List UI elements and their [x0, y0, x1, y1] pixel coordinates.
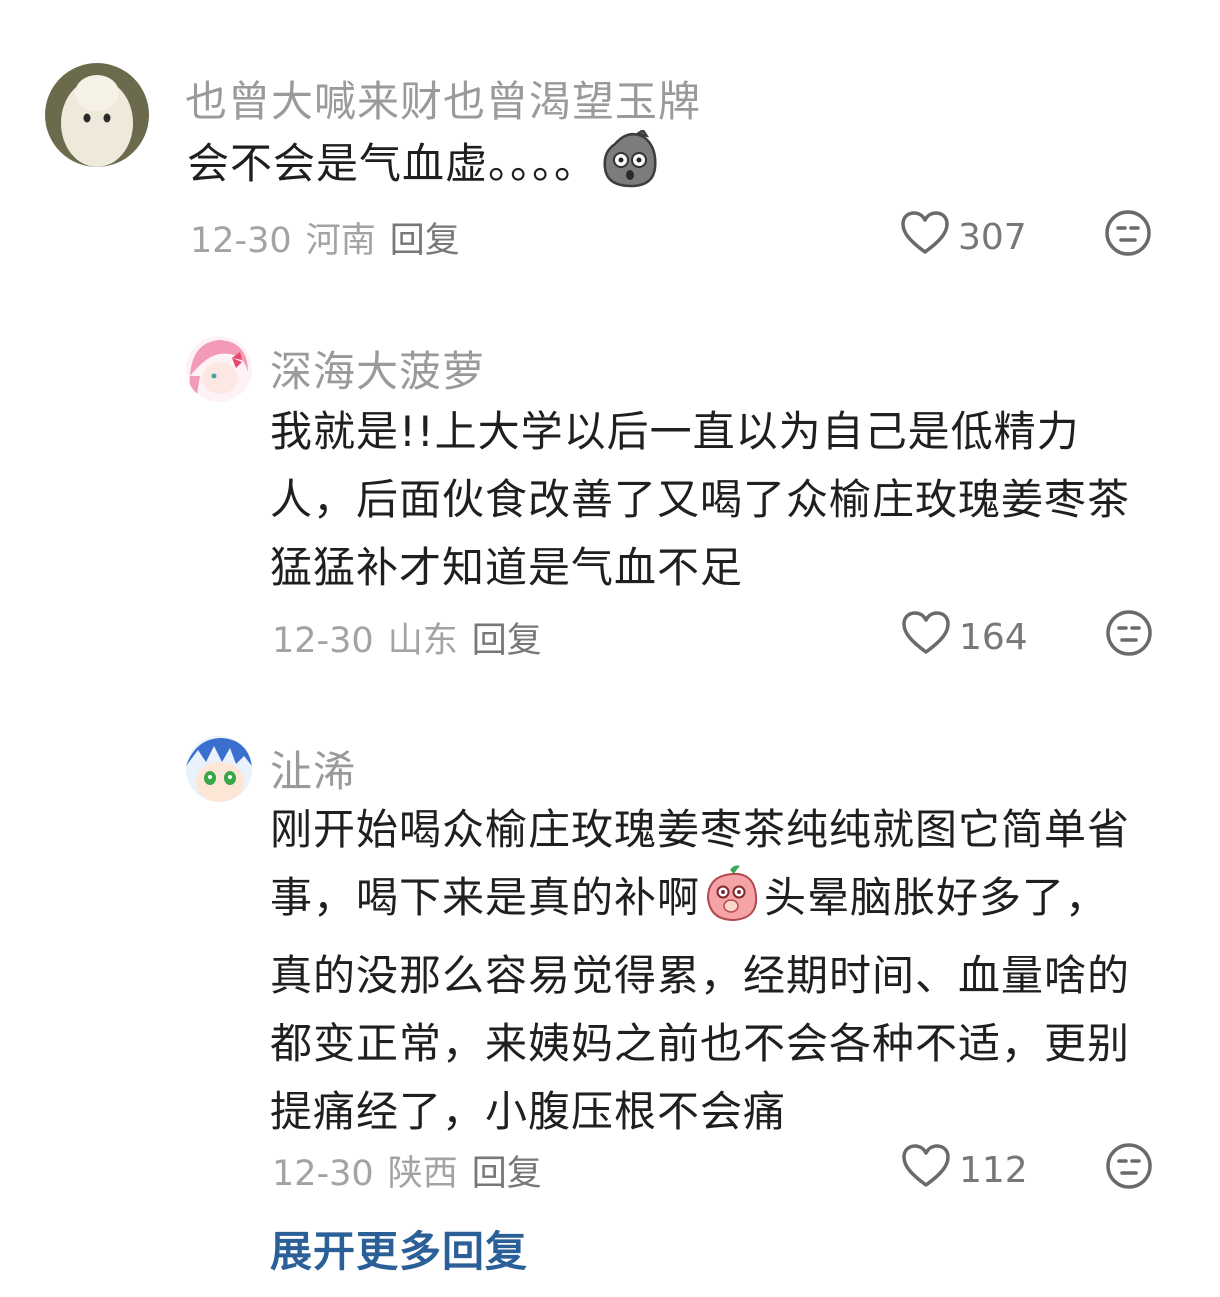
like-button[interactable]: 164	[901, 610, 1028, 665]
heart-icon	[900, 210, 950, 265]
username[interactable]: 也曾大喊来财也曾渴望玉牌	[185, 68, 701, 129]
peach-emoji	[704, 864, 760, 942]
username[interactable]: 深海大菠萝	[270, 338, 485, 399]
comment-region: 河南	[305, 221, 376, 261]
avatar[interactable]	[186, 736, 252, 802]
comment-text: 刚开始喝众榆庄玫瑰姜枣茶纯纯就图它简单省事，喝下来是真的补啊 头晕脑胀好多了，真…	[270, 796, 1140, 1146]
heart-icon	[901, 610, 951, 665]
comment-text: 会不会是气血虚。。。。	[187, 128, 1147, 208]
reply-button[interactable]: 回复	[390, 221, 460, 261]
neutral-face-icon	[1105, 1143, 1153, 1194]
like-count: 112	[959, 1150, 1028, 1191]
neutral-face-icon	[1104, 210, 1152, 261]
comment-text: 我就是!!上大学以后一直以为自己是低精力人，后面伙食改善了又喝了众榆庄玫瑰姜枣茶…	[270, 407, 1131, 592]
comment-date: 12-30	[272, 1154, 374, 1194]
comment-meta: 12-30 河南 回复	[190, 212, 460, 263]
dislike-button[interactable]	[1105, 609, 1153, 661]
comment-region: 陕西	[387, 1154, 458, 1194]
avatar[interactable]	[186, 336, 252, 402]
reply-button[interactable]: 回复	[472, 621, 542, 661]
heart-icon	[901, 1143, 951, 1198]
expand-more-replies-link[interactable]: 展开更多回复	[270, 1218, 528, 1279]
reply-button[interactable]: 回复	[472, 1154, 542, 1194]
comment-meta: 12-30 山东 回复	[272, 612, 542, 663]
like-count: 307	[958, 217, 1027, 258]
stone-face-emoji	[601, 128, 657, 208]
comment-text-body: 会不会是气血虚。。。。	[187, 139, 598, 188]
comment-date: 12-30	[190, 221, 292, 261]
like-button[interactable]: 112	[901, 1143, 1028, 1198]
comment-meta: 12-30 陕西 回复	[272, 1145, 542, 1196]
like-button[interactable]: 307	[900, 210, 1027, 265]
neutral-face-icon	[1105, 610, 1153, 661]
like-count: 164	[959, 617, 1028, 658]
comment-region: 山东	[387, 621, 458, 661]
username[interactable]: 沚浠	[270, 738, 356, 799]
dislike-button[interactable]	[1105, 1142, 1153, 1194]
comment-date: 12-30	[272, 621, 374, 661]
avatar[interactable]	[45, 63, 149, 167]
dislike-button[interactable]	[1104, 209, 1152, 261]
